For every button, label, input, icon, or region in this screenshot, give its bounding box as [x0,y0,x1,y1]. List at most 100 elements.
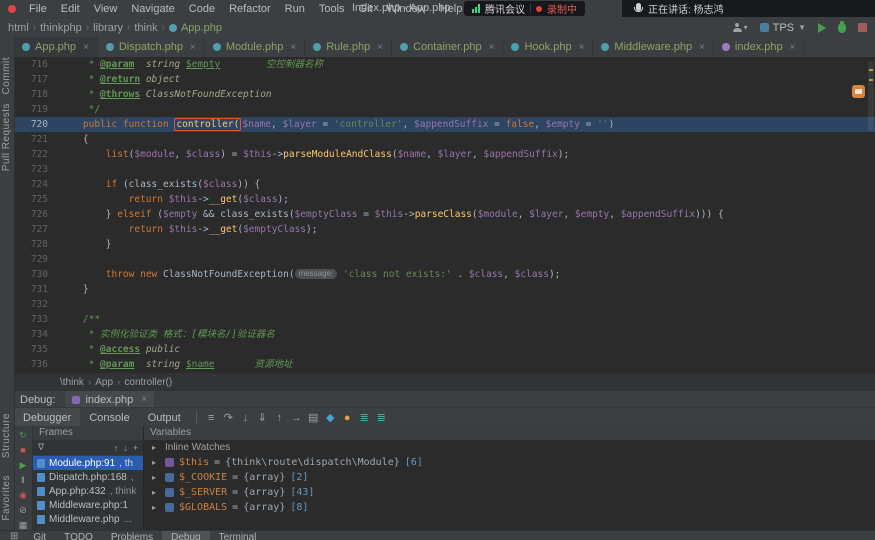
variable-row[interactable]: ▸ $GLOBALS = {array} [8] [144,500,875,515]
stop-icon[interactable]: ■ [20,444,25,456]
frame-up-icon[interactable]: ↑ [114,443,119,453]
run-to-cursor-icon[interactable]: → [288,412,305,424]
line-number[interactable]: 727 [14,222,60,237]
add-icon[interactable]: + [133,443,138,453]
stop-button[interactable] [858,23,867,32]
inline-watches-row[interactable]: ▸ Inline Watches [144,440,875,455]
line-number[interactable]: 723 [14,162,60,177]
editor-scrollbar[interactable] [868,61,874,131]
user-menu[interactable]: ▾ [732,23,748,32]
debug-view-output[interactable]: Output [139,408,190,427]
line-number[interactable]: 734 [14,327,60,342]
show-execution-point-icon[interactable]: ≡ [203,412,220,424]
line-number[interactable]: 717 [14,72,60,87]
pause-icon[interactable]: ‖ [21,474,25,486]
line-number[interactable]: 726 [14,207,60,222]
close-icon[interactable]: × [83,42,89,53]
step-into-icon[interactable]: ↓ [237,412,254,424]
menu-code[interactable]: Code [182,3,222,15]
speaking-overlay[interactable]: 正在讲话: 杨志鸿 [622,0,875,17]
tab-Rule.php[interactable]: Rule.php × [305,37,393,57]
variable-row[interactable]: ▸ $_COOKIE = {array} [2] [144,470,875,485]
editor-breadcrumb-item[interactable]: App [95,377,113,388]
menu-file[interactable]: File [22,3,54,15]
editor-breadcrumb-item[interactable]: \think [60,377,84,388]
tab-Container.php[interactable]: Container.php × [392,37,504,57]
breadcrumb-thinkphp[interactable]: thinkphp [40,22,82,34]
tool-window-button-commit[interactable]: Commit [1,57,13,94]
menu-view[interactable]: View [87,3,125,15]
run-config-selector[interactable]: TPS ▼ [759,22,806,34]
notification-icon[interactable] [852,85,865,98]
editor-breadcrumb-item[interactable]: controller() [124,377,172,388]
tab-index.php[interactable]: index.php × [714,37,805,57]
line-number[interactable]: 729 [14,252,60,267]
line-number[interactable]: 722 [14,147,60,162]
close-icon[interactable]: × [790,42,796,53]
debug-button[interactable] [838,20,846,33]
view-breakpoints-icon[interactable]: ◉ [19,489,27,501]
chevron-right-icon[interactable]: ▸ [152,503,160,512]
line-number[interactable]: 716 [14,57,60,72]
menu-tools[interactable]: Tools [312,3,352,15]
evaluate-icon[interactable]: ≣ [356,411,373,424]
error-stripe-mark[interactable] [869,79,873,81]
error-stripe-mark[interactable] [869,69,873,71]
line-number[interactable]: 725 [14,192,60,207]
breadcrumb-file[interactable]: App.php [168,22,222,34]
menu-run[interactable]: Run [278,3,312,15]
tab-Middleware.php[interactable]: Middleware.php × [593,37,714,57]
debug-view-console[interactable]: Console [80,408,138,427]
tab-Module.php[interactable]: Module.php × [205,37,306,57]
tool-window-button-pull-requests[interactable]: Pull Requests [1,103,13,171]
frame-row[interactable]: Module.php:91, th [33,456,143,470]
frame-row[interactable]: Middleware.php... [33,512,143,526]
close-icon[interactable]: × [290,42,296,53]
debug-session-tab[interactable]: index.php × [65,391,155,408]
rerun-icon[interactable]: ↻ [19,429,27,441]
chevron-right-icon[interactable]: ▸ [152,473,160,482]
line-number[interactable]: 731 [14,282,60,297]
menu-edit[interactable]: Edit [54,3,87,15]
meeting-overlay[interactable]: 腾讯会议 录制中 [464,1,585,16]
menu-refactor[interactable]: Refactor [222,3,278,15]
line-number[interactable]: 719 [14,102,60,117]
settings-icon[interactable]: ◆ [322,411,339,424]
mute-breakpoints-icon[interactable]: ● [339,412,356,424]
frame-row[interactable]: Middleware.php:1 [33,498,143,512]
breadcrumb-library[interactable]: library [93,22,123,34]
breadcrumb-html[interactable]: html [8,22,29,34]
tab-Hook.php[interactable]: Hook.php × [503,37,594,57]
close-icon[interactable]: × [579,42,585,53]
variable-row[interactable]: ▸ $this = {think\route\dispatch\Module} [6] [144,455,875,470]
tab-App.php[interactable]: App.php × [14,37,98,57]
line-number[interactable]: 721 [14,132,60,147]
chevron-right-icon[interactable]: ▸ [152,458,160,467]
frame-row[interactable]: App.php:432, think [33,484,143,498]
line-number[interactable]: 736 [14,357,60,372]
view-options-icon[interactable]: ▤ [305,411,322,424]
close-icon[interactable]: × [141,394,147,405]
menu-navigate[interactable]: Navigate [124,3,181,15]
resume-icon[interactable]: ▶ [20,459,27,471]
line-number[interactable]: 730 [14,267,60,282]
step-over-icon[interactable]: ↷ [220,411,237,424]
step-out-icon[interactable]: ↑ [271,412,288,424]
tool-window-button-favorites[interactable]: Favorites [1,475,13,521]
close-icon[interactable]: × [489,42,495,53]
line-number[interactable]: 735 [14,342,60,357]
frame-row[interactable]: Dispatch.php:168, [33,470,143,484]
code-editor[interactable]: 716 * @param string $empty 空控制器名称 717 * @… [14,57,875,373]
close-icon[interactable]: × [377,42,383,53]
line-number[interactable]: 724 [14,177,60,192]
line-number[interactable]: 728 [14,237,60,252]
tool-window-button-structure[interactable]: Structure [1,413,13,458]
filter-icon[interactable]: ∇ [38,442,44,453]
mute-all-breakpoints-icon[interactable]: ⊘ [19,504,27,516]
chevron-right-icon[interactable]: ▸ [152,488,160,497]
line-number[interactable]: 733 [14,312,60,327]
close-icon[interactable]: × [699,42,705,53]
line-number[interactable]: 732 [14,297,60,312]
breadcrumb-think[interactable]: think [134,22,157,34]
tab-Dispatch.php[interactable]: Dispatch.php × [98,37,205,57]
